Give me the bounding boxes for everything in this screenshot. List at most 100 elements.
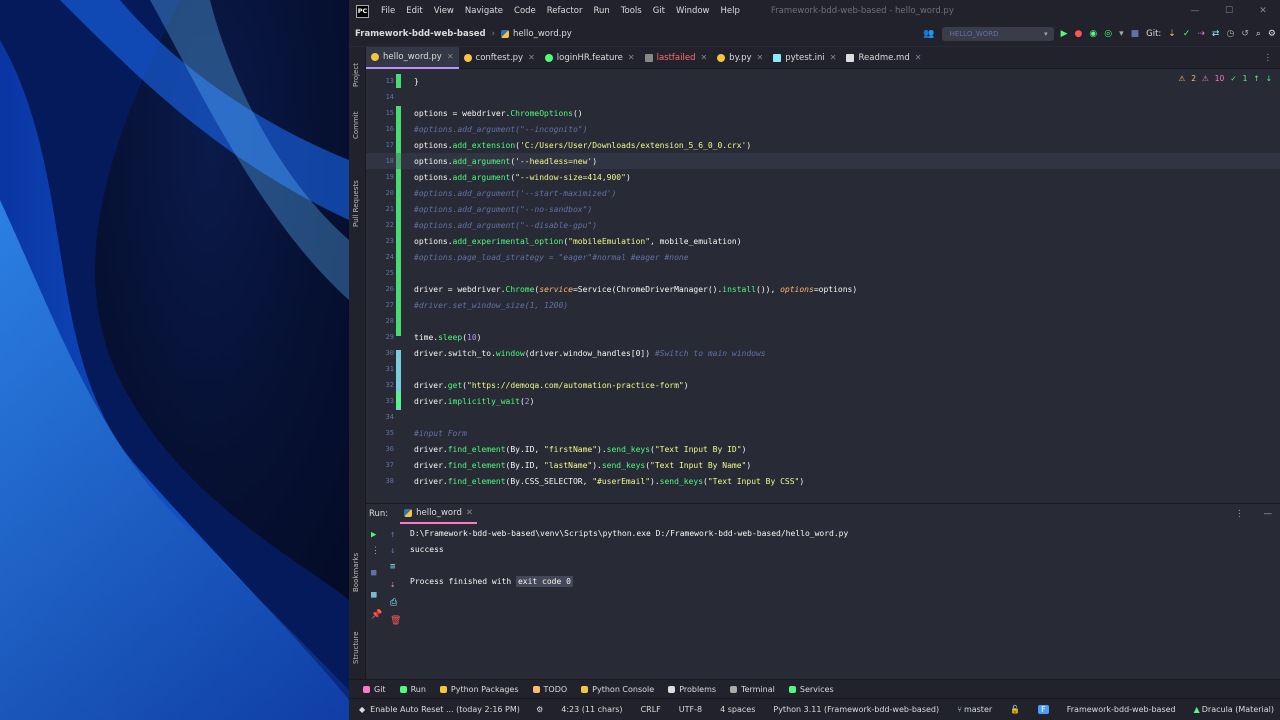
close-tab-icon[interactable]: ✕	[466, 508, 473, 518]
git-branch[interactable]: master	[964, 705, 992, 714]
python-interpreter[interactable]: Python 3.11 (Framework-bdd-web-based)	[773, 705, 939, 714]
code-line[interactable]: 28	[366, 313, 1280, 329]
down-icon[interactable]: ↓	[390, 546, 395, 556]
menu-window[interactable]: Window	[676, 6, 710, 16]
code-line[interactable]: 14	[366, 89, 1280, 105]
code-line[interactable]: 33 driver.implicitly_wait(2)	[366, 393, 1280, 409]
code-line[interactable]: 15 options = webdriver.ChromeOptions()	[366, 105, 1280, 121]
menu-help[interactable]: Help	[721, 6, 740, 16]
breadcrumb-project[interactable]: Framework-bdd-web-based	[355, 29, 486, 39]
git-push-icon[interactable]: ⇢	[1197, 29, 1205, 39]
status-message[interactable]: Enable Auto Reset ... (today 2:16 PM)	[370, 705, 520, 714]
close-tab-icon[interactable]: ✕	[915, 53, 922, 62]
menu-file[interactable]: File	[381, 6, 395, 16]
menu-refactor[interactable]: Refactor	[547, 6, 583, 16]
code-line[interactable]: 19 options.add_argument("--window-size=41…	[366, 169, 1280, 185]
code-line[interactable]: 32 driver.get("https://demoqa.com/automat…	[366, 377, 1280, 393]
tool-python-packages[interactable]: Python Packages	[439, 685, 519, 694]
code-line[interactable]: 20 #options.add_argument('--start-maximiz…	[366, 185, 1280, 201]
close-tab-icon[interactable]: ✕	[447, 52, 454, 61]
user-icon[interactable]: 👥	[923, 29, 934, 39]
settings-icon[interactable]: ⚙	[1268, 29, 1276, 39]
run-configuration-select[interactable]: HELLO_WORD ▾	[941, 27, 1054, 41]
menu-tools[interactable]: Tools	[621, 6, 642, 16]
arrow-up-icon[interactable]: ↑	[1253, 74, 1259, 83]
caret-position[interactable]: 4:23 (11 chars)	[561, 705, 622, 714]
tool-git[interactable]: Git	[363, 685, 386, 694]
run-icon[interactable]: ▶	[1061, 29, 1068, 39]
code-line[interactable]: 13}	[366, 73, 1280, 89]
arrow-down-icon[interactable]: ↓	[1266, 74, 1272, 83]
indent-setting[interactable]: 4 spaces	[720, 705, 755, 714]
code-line[interactable]: 30 driver.switch_to.window(driver.window_…	[366, 345, 1280, 361]
layout-icon[interactable]: ▦	[371, 590, 376, 600]
code-editor[interactable]: 13} 14 15 options = webdriver.ChromeOptions…	[366, 70, 1280, 490]
run-tab-hello-word[interactable]: hello_word ✕	[400, 504, 477, 524]
close-tab-icon[interactable]: ✕	[528, 53, 535, 62]
tab-loginhr-feature[interactable]: loginHR.feature ✕	[540, 47, 640, 69]
coverage-icon[interactable]: ◉	[1089, 29, 1097, 39]
code-line[interactable]: 22 #options.add_argument("--disable-gpu")	[366, 217, 1280, 233]
code-line[interactable]: 38 driver.find_element(By.CSS_SELECTOR, "…	[366, 473, 1280, 489]
code-line[interactable]: 17 options.add_extension('C:/Users/User/D…	[366, 137, 1280, 153]
tool-terminal[interactable]: Terminal	[730, 685, 775, 694]
tool-run[interactable]: Run	[399, 685, 426, 694]
code-line[interactable]: 25	[366, 265, 1280, 281]
tool-bookmarks[interactable]: Bookmarks	[352, 553, 360, 592]
hide-icon[interactable]: —	[1264, 509, 1273, 519]
up-icon[interactable]: ↑	[390, 530, 395, 540]
git-commit-icon[interactable]: ✓	[1183, 29, 1191, 39]
search-icon[interactable]: ⌕	[1256, 29, 1261, 39]
soft-wrap-icon[interactable]: ≡	[390, 562, 395, 572]
inspection-widget[interactable]: ⚠ 2 ⚠ 10 ✓ 1 ↑ ↓	[1179, 74, 1272, 83]
maximize-icon[interactable]: ☐	[1212, 0, 1246, 22]
line-separator[interactable]: CRLF	[641, 705, 661, 714]
git-pull-request-icon[interactable]: ⇄	[1212, 29, 1220, 39]
debug-icon[interactable]: ●	[1075, 29, 1083, 39]
more-icon[interactable]: ⋮	[371, 546, 380, 556]
close-tab-icon[interactable]: ✕	[628, 53, 635, 62]
menu-git[interactable]: Git	[653, 6, 665, 16]
tab-lastfailed[interactable]: lastfailed ✕	[640, 47, 713, 69]
code-line[interactable]: 23 options.add_experimental_option("mobil…	[366, 233, 1280, 249]
close-tab-icon[interactable]: ✕	[830, 53, 837, 62]
project-name[interactable]: Framework-bdd-web-based	[1067, 705, 1176, 714]
code-line[interactable]: 29 time.sleep(10)	[366, 329, 1280, 345]
code-line[interactable]: 35 #input Form	[366, 425, 1280, 441]
tool-todo[interactable]: TODO	[532, 685, 567, 694]
close-tab-icon[interactable]: ✕	[700, 53, 707, 62]
code-line[interactable]: 31	[366, 361, 1280, 377]
tab-readme[interactable]: Readme.md ✕	[841, 47, 926, 69]
close-icon[interactable]: ✕	[1246, 0, 1280, 22]
tool-project[interactable]: Project	[352, 63, 360, 87]
lock-icon[interactable]: 🔓	[1010, 705, 1020, 714]
profile-icon[interactable]: ◎	[1104, 29, 1112, 39]
theme-name[interactable]: Dracula (Material)	[1202, 705, 1274, 714]
tool-problems[interactable]: Problems	[668, 685, 716, 694]
scroll-to-end-icon[interactable]: ⇣	[390, 580, 395, 590]
tab-pytest-ini[interactable]: pytest.ini ✕	[768, 47, 841, 69]
ai-icon[interactable]: ⚙	[536, 705, 543, 714]
tool-python-console[interactable]: Python Console	[581, 685, 654, 694]
breadcrumb-file[interactable]: hello_word.py	[513, 29, 572, 39]
pin-icon[interactable]: 📌	[371, 610, 382, 620]
menu-view[interactable]: View	[434, 6, 454, 16]
tab-conftest[interactable]: conftest.py ✕	[459, 47, 540, 69]
tool-pull-requests[interactable]: Pull Requests	[352, 180, 360, 227]
rerun-icon[interactable]: ▶	[371, 530, 376, 540]
code-line[interactable]: 18 options.add_argument('--headless=new')	[366, 153, 1280, 169]
git-update-icon[interactable]: ⇣	[1168, 29, 1176, 39]
more-run-icon[interactable]: ▾	[1119, 29, 1124, 39]
code-line[interactable]: 34	[366, 409, 1280, 425]
close-tab-icon[interactable]: ✕	[757, 53, 764, 62]
tool-structure[interactable]: Structure	[352, 631, 360, 664]
options-icon[interactable]: ⋮	[1235, 509, 1244, 519]
code-line[interactable]: 26 driver = webdriver.Chrome(service=Serv…	[366, 281, 1280, 297]
code-line[interactable]: 36 driver.find_element(By.ID, "firstName"…	[366, 441, 1280, 457]
history-icon[interactable]: ◷	[1226, 29, 1234, 39]
more-tabs-icon[interactable]: ⋮	[1264, 53, 1273, 63]
tool-services[interactable]: Services	[788, 685, 834, 694]
code-line[interactable]: 21 #options.add_argument("--no-sandbox")	[366, 201, 1280, 217]
code-line[interactable]: 16 #options.add_argument("--incognito")	[366, 121, 1280, 137]
code-line[interactable]: 37 driver.find_element(By.ID, "lastName")…	[366, 457, 1280, 473]
